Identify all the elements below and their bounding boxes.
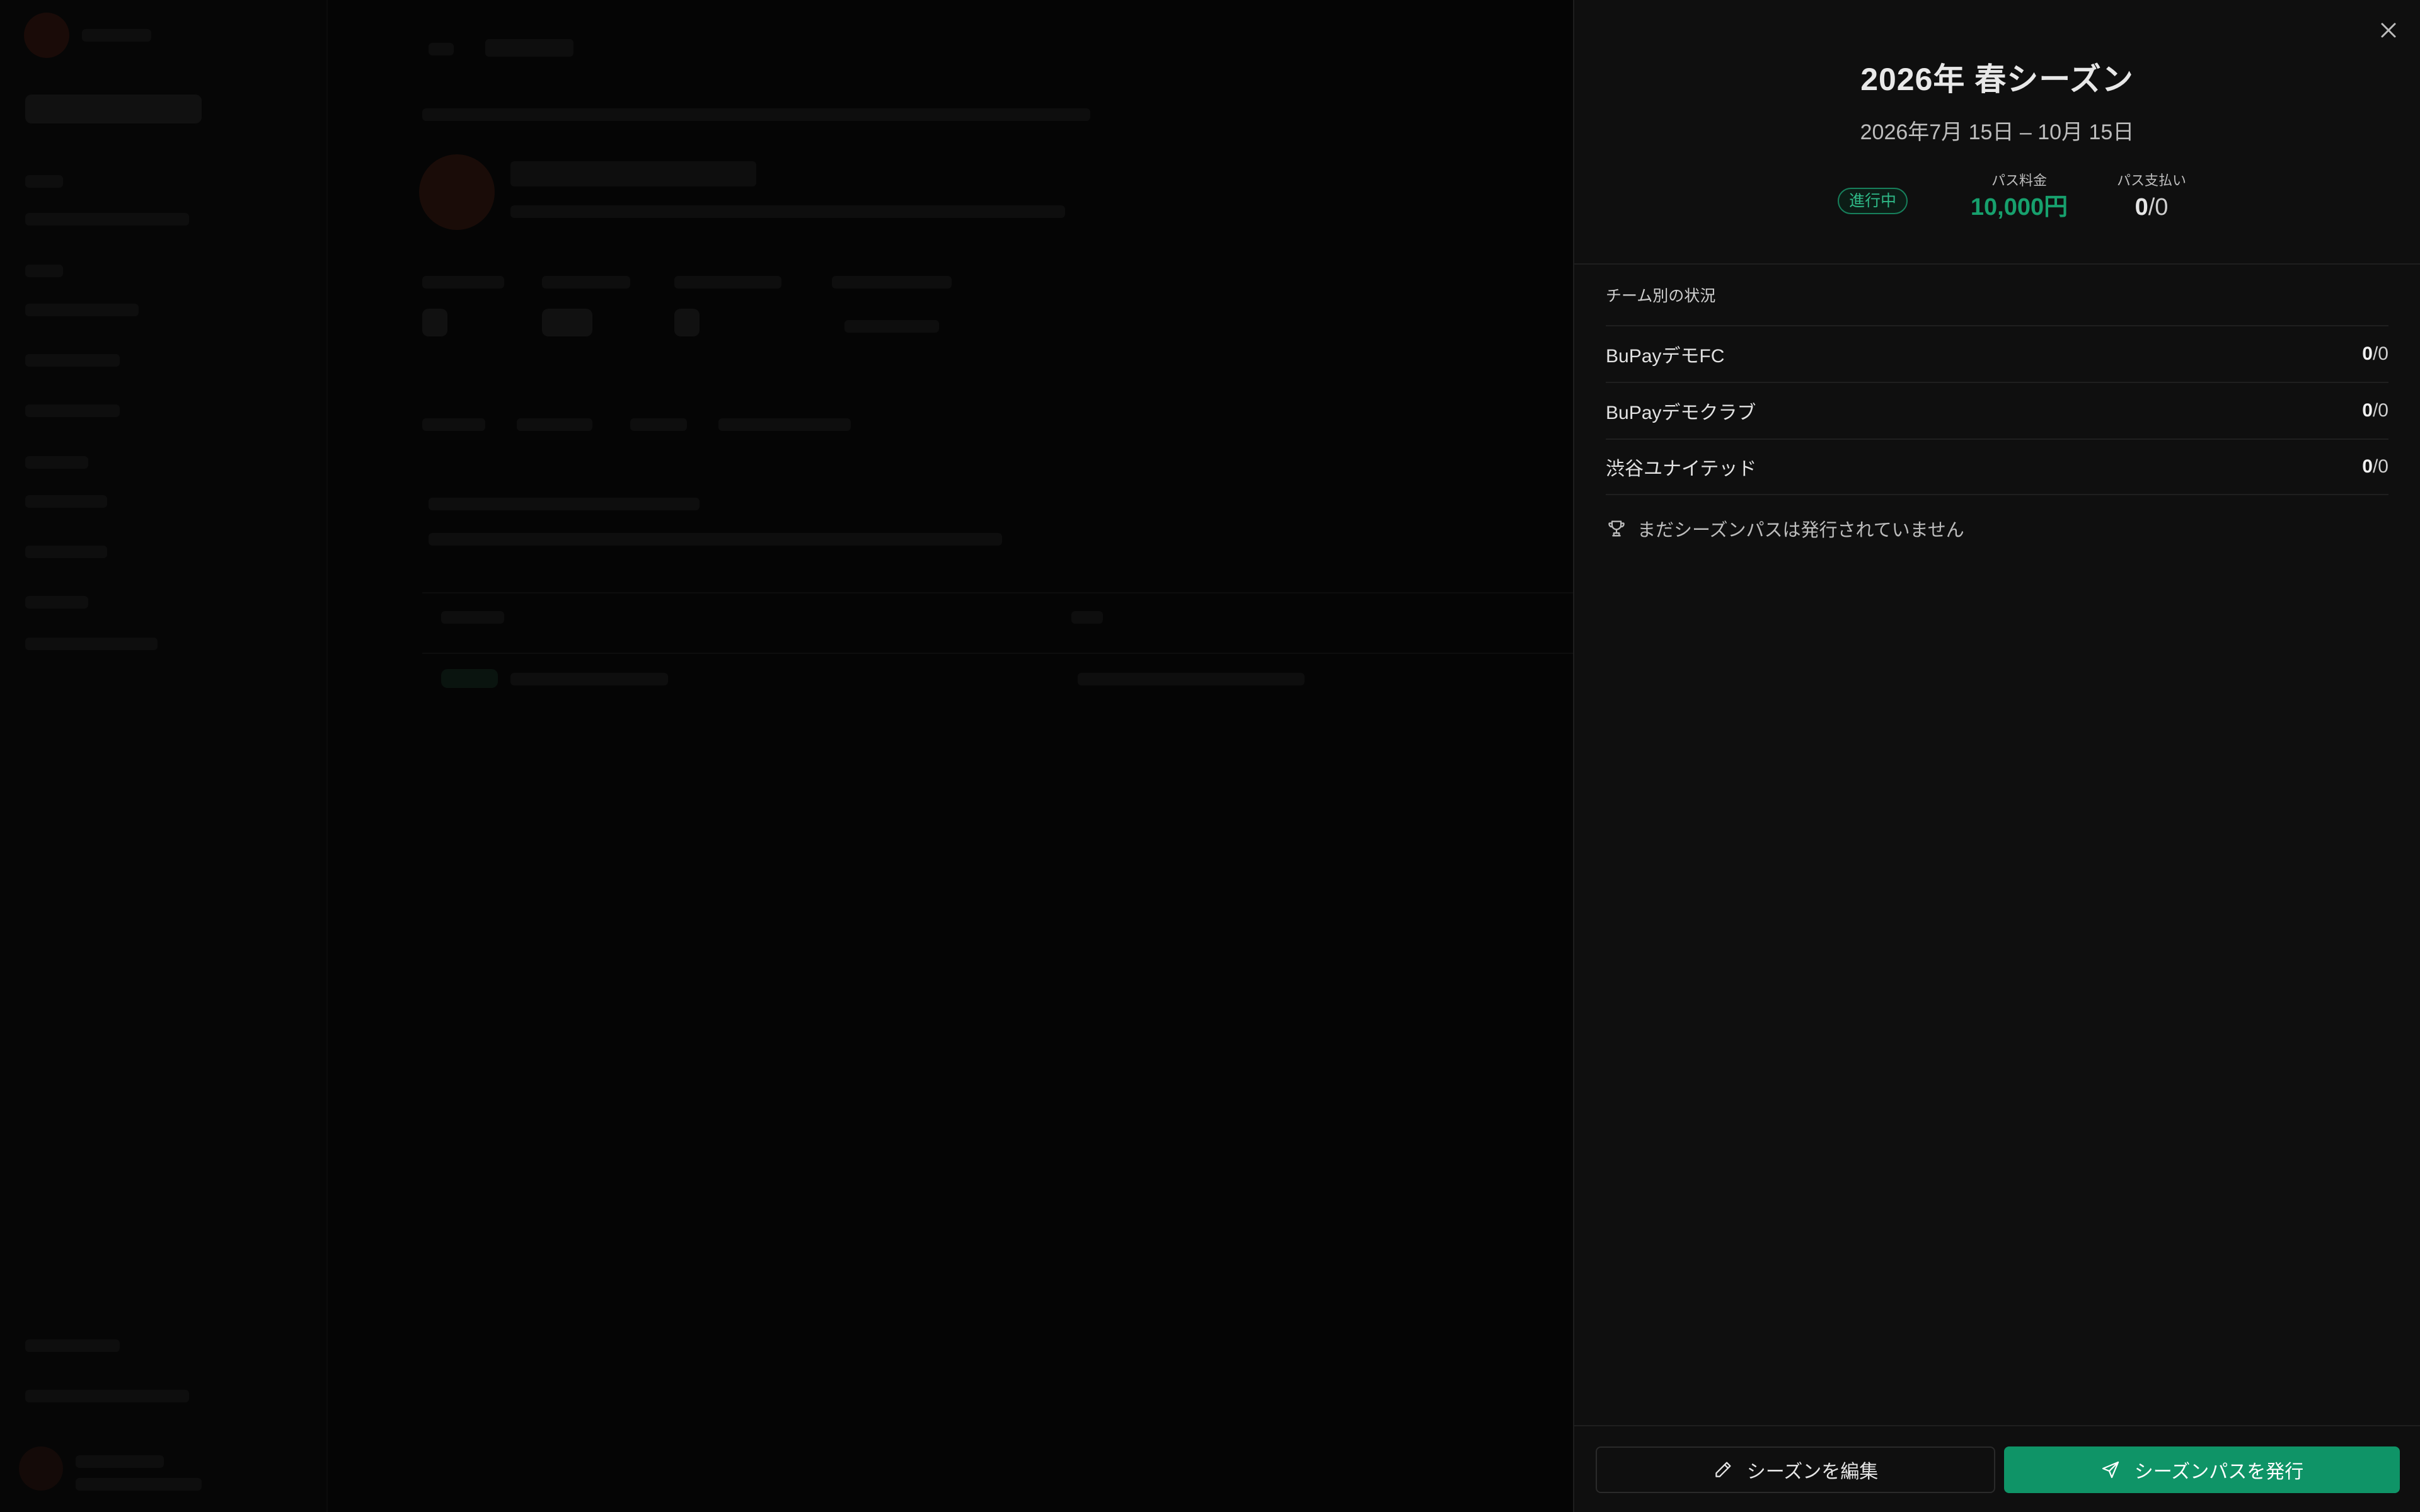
drawer-footer: シーズンを編集 シーズンパスを発行	[1574, 1425, 2420, 1512]
pencil-icon	[1715, 1462, 1731, 1477]
background-sidebar	[0, 0, 328, 1512]
background-logo	[24, 13, 69, 58]
team-name: BuPayデモFC	[1606, 346, 1725, 367]
send-icon	[2102, 1461, 2119, 1479]
pass-payments-stat: パス支払い 0/0	[2089, 171, 2215, 224]
team-row: BuPayデモFC 0/0	[1606, 325, 2388, 382]
team-row: BuPayデモクラブ 0/0	[1606, 382, 2388, 438]
team-pass-count: 0/0	[2362, 400, 2388, 421]
pass-payments-value: 0/0	[2089, 190, 2215, 224]
no-passes-text: まだシーズンパスは発行されていません	[1637, 520, 1964, 541]
close-button[interactable]	[2376, 18, 2401, 43]
season-title: 2026年 春シーズン	[1860, 62, 2134, 97]
team-name: 渋谷ユナイテッド	[1606, 459, 1757, 479]
team-pass-paid: 0	[2362, 343, 2373, 364]
background-page-overlay	[0, 0, 1573, 1512]
issue-season-pass-button[interactable]: シーズンパスを発行	[2004, 1446, 2400, 1493]
edit-season-label: シーズンを編集	[1746, 1462, 1879, 1482]
pass-fee-value: 10,000円	[1970, 194, 2068, 220]
team-status-list: BuPayデモFC 0/0 BuPayデモクラブ 0/0 渋谷ユナイテッド 0/…	[1606, 325, 2388, 495]
team-pass-total: /0	[2372, 343, 2388, 364]
no-passes-note: まだシーズンパスは発行されていません	[1606, 515, 1964, 542]
pass-payments-total: /0	[2148, 194, 2169, 220]
team-row: 渋谷ユナイテッド 0/0	[1606, 438, 2388, 495]
team-pass-count: 0/0	[2362, 456, 2388, 478]
background-avatar	[419, 154, 495, 230]
pass-payments-paid: 0	[2135, 194, 2148, 220]
issue-season-pass-label: シーズンパスを発行	[2134, 1462, 2304, 1482]
team-pass-count: 0/0	[2362, 343, 2388, 365]
pass-fee-stat: パス料金 10,000円	[1944, 171, 2095, 224]
season-dates: 2026年7月 15日 – 10月 15日	[1860, 120, 2135, 144]
season-detail-drawer: 2026年 春シーズン 2026年7月 15日 – 10月 15日 進行中 パス…	[1573, 0, 2420, 1512]
team-pass-total: /0	[2372, 456, 2388, 477]
edit-season-button[interactable]: シーズンを編集	[1596, 1446, 1995, 1493]
pass-payments-label: パス支払い	[2116, 173, 2186, 188]
status-badge: 進行中	[1838, 188, 1908, 214]
season-stats: 進行中 パス料金 10,000円 パス支払い 0/0	[1574, 171, 2420, 228]
team-name: BuPayデモクラブ	[1606, 403, 1756, 423]
trophy-icon	[1608, 520, 1625, 537]
pass-fee-label: パス料金	[1991, 173, 2047, 188]
team-pass-total: /0	[2372, 400, 2388, 421]
team-pass-paid: 0	[2362, 456, 2373, 477]
team-status-heading: チーム別の状況	[1606, 287, 1716, 305]
header-divider	[1574, 263, 2420, 265]
team-pass-paid: 0	[2362, 400, 2373, 421]
close-icon	[2381, 23, 2396, 38]
